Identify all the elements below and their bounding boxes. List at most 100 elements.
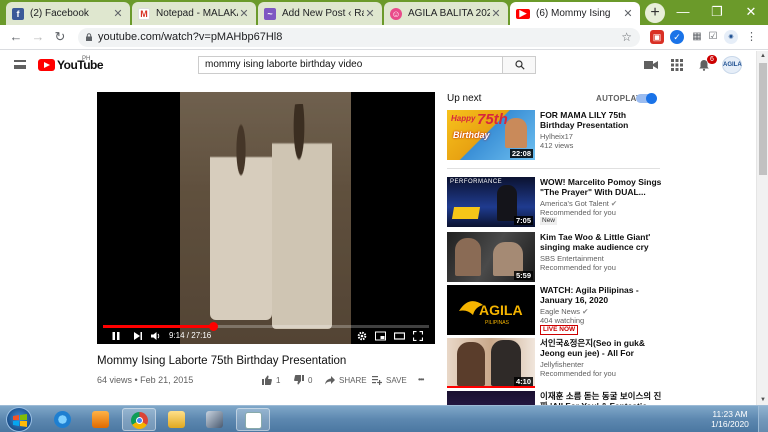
taskbar-document[interactable]	[236, 408, 270, 431]
recommended-title[interactable]: 서인국&정은지(Seo in guk& Jeong eun jee) - All…	[540, 338, 662, 358]
youtube-masthead: YouTube PH mommy ising laborte birthday …	[0, 51, 756, 79]
document-icon	[245, 412, 262, 429]
miniplayer-button[interactable]	[375, 331, 386, 341]
tab-label: (6) Mommy Ising	[536, 8, 611, 19]
tab-youtube[interactable]: ▶ (6) Mommy Ising ✕	[510, 2, 640, 25]
close-icon[interactable]: ✕	[622, 7, 634, 20]
channel-name[interactable]: Jellyfishenter	[540, 360, 584, 369]
video-thumbnail[interactable]	[447, 391, 535, 405]
save-button[interactable]: SAVE	[372, 375, 407, 385]
taskbar-chrome[interactable]	[122, 408, 156, 431]
extensions-icon[interactable]: ▦	[690, 30, 704, 44]
apps-grid-icon[interactable]	[670, 59, 684, 71]
taskbar-app[interactable]	[198, 408, 232, 431]
scrubber-handle[interactable]	[209, 322, 218, 331]
video-progress-bar[interactable]	[103, 322, 429, 331]
video-thumbnail[interactable]: Happy 75th Birthday 22:08	[447, 110, 535, 160]
tab-label: Notepad - MALAKANY	[156, 8, 238, 19]
channel-name[interactable]: Eagle News ✔	[540, 307, 588, 316]
tab-add-new-post[interactable]: ~ Add New Post ‹ Radyo ✕	[258, 2, 382, 25]
video-thumbnail[interactable]: 5:59	[447, 232, 535, 282]
search-input[interactable]: mommy ising laborte birthday video	[198, 56, 502, 74]
verified-check-icon: ✔	[582, 307, 589, 316]
video-player[interactable]: 9:14 / 27:16	[97, 92, 435, 344]
channel-name[interactable]: Hylheix17	[540, 132, 573, 141]
show-desktop-button[interactable]	[758, 406, 768, 432]
thumbs-down-icon	[294, 375, 304, 385]
page-scrollbar[interactable]: ▲ ▼	[756, 51, 768, 405]
maximize-button[interactable]: ❐	[700, 0, 734, 25]
recommended-video-item[interactable]: 이재훈 소름 돋는 동굴 보이스의 진짜 'All For You' & Fan…	[447, 391, 667, 405]
tab-notepad[interactable]: M Notepad - MALAKANY ✕	[132, 2, 256, 25]
channel-name[interactable]: SBS Entertainment	[540, 254, 604, 263]
autoplay-toggle[interactable]	[636, 93, 657, 104]
pause-button[interactable]	[111, 331, 121, 341]
recommended-video-item[interactable]: 5:59 Kim Tae Woo & Little Giant' singing…	[447, 232, 667, 282]
create-video-icon[interactable]	[644, 59, 658, 71]
scroll-down-arrow-icon[interactable]: ▼	[757, 395, 768, 405]
back-button[interactable]: ←	[8, 29, 24, 45]
recommended-title[interactable]: 이재훈 소름 돋는 동굴 보이스의 진짜 'All For You' & Fan…	[540, 391, 662, 405]
more-actions-button[interactable]: •••	[418, 375, 424, 384]
recommended-title[interactable]: FOR MAMA LILY 75th Birthday Presentation	[540, 110, 662, 130]
volume-button[interactable]	[151, 331, 161, 341]
address-bar[interactable]: youtube.com/watch?v=pMAHbp67Hl8 ☆	[78, 28, 640, 47]
bookmark-star-icon[interactable]: ☆	[621, 28, 632, 47]
recommended-video-item[interactable]: AGILA PILIPINAS WATCH: Agila Pilipinas -…	[447, 285, 667, 335]
settings-button[interactable]	[357, 331, 367, 341]
dislike-button[interactable]: 0	[294, 375, 312, 385]
taskbar-media-player[interactable]	[84, 408, 118, 431]
profile-icon[interactable]: ◉	[724, 30, 738, 44]
scroll-up-arrow-icon[interactable]: ▲	[757, 51, 768, 61]
next-button[interactable]	[133, 331, 143, 341]
hamburger-menu-icon[interactable]	[14, 60, 26, 69]
like-button[interactable]: 1	[262, 375, 280, 385]
video-thumbnail[interactable]: AGILA PILIPINAS	[447, 285, 535, 335]
close-icon[interactable]: ✕	[112, 7, 124, 20]
ie-icon	[54, 411, 71, 428]
close-icon[interactable]: ✕	[238, 7, 250, 20]
channel-name[interactable]: America's Got Talent ✔	[540, 199, 617, 208]
forward-button[interactable]: →	[30, 29, 46, 45]
taskbar-ie[interactable]	[46, 408, 80, 431]
extension-blue-icon[interactable]: ✓	[670, 30, 684, 44]
recommended-video-item[interactable]: 4:10 서인국&정은지(Seo in guk& Jeong eun jee) …	[447, 338, 667, 388]
gmail-icon: M	[138, 7, 150, 20]
search-button[interactable]	[502, 56, 536, 74]
minimize-button[interactable]: —	[666, 0, 700, 25]
menu-dots-icon[interactable]: ⋮	[746, 30, 757, 44]
system-clock[interactable]: 11:23 AM 1/16/2020	[705, 409, 755, 429]
svg-text:AGILA: AGILA	[479, 302, 523, 318]
close-icon[interactable]: ✕	[364, 7, 376, 20]
video-title: Mommy Ising Laborte 75th Birthday Presen…	[97, 355, 347, 367]
volume-icon	[151, 332, 160, 340]
avatar[interactable]: AGILA	[722, 56, 742, 74]
new-tab-button[interactable]: +	[645, 3, 665, 23]
tab-facebook[interactable]: f (2) Facebook ✕	[6, 2, 130, 25]
youtube-logo-text[interactable]: YouTube	[57, 58, 104, 72]
chrome-icon	[131, 412, 148, 429]
start-button[interactable]	[6, 407, 32, 432]
recommended-title[interactable]: WATCH: Agila Pilipinas - January 16, 202…	[540, 285, 662, 305]
reload-button[interactable]: ↻	[52, 29, 68, 45]
close-icon[interactable]: ✕	[490, 7, 502, 20]
theater-mode-button[interactable]	[394, 331, 405, 341]
window-close-button[interactable]: ✕	[734, 0, 768, 25]
extension-red-icon[interactable]: ▣	[650, 30, 664, 44]
bookmark-icon[interactable]: ☑	[706, 30, 720, 44]
video-thumbnail[interactable]: PERFORMANCE 7:05	[447, 177, 535, 227]
recommended-video-item[interactable]: Happy 75th Birthday 22:08 FOR MAMA LILY …	[447, 110, 667, 160]
youtube-logo-icon[interactable]	[38, 59, 55, 71]
recommended-title[interactable]: WOW! Marcelito Pomoy Sings "The Prayer" …	[540, 177, 662, 197]
tab-agila-balita[interactable]: ☺ AGILA BALITA 2020-0 ✕	[384, 2, 508, 25]
scrollbar-thumb[interactable]	[759, 63, 767, 175]
recommended-title[interactable]: Kim Tae Woo & Little Giant' singing make…	[540, 232, 662, 252]
browser-toolbar: ← → ↻ youtube.com/watch?v=pMAHbp67Hl8 ☆ …	[0, 25, 768, 50]
pause-icon	[112, 332, 120, 340]
taskbar-file-explorer[interactable]	[160, 408, 194, 431]
share-button[interactable]: SHARE	[325, 375, 367, 385]
recommended-video-item[interactable]: PERFORMANCE 7:05 WOW! Marcelito Pomoy Si…	[447, 177, 667, 227]
video-thumbnail[interactable]: 4:10	[447, 338, 535, 388]
playlist-add-icon	[372, 376, 382, 385]
fullscreen-button[interactable]	[413, 331, 423, 341]
